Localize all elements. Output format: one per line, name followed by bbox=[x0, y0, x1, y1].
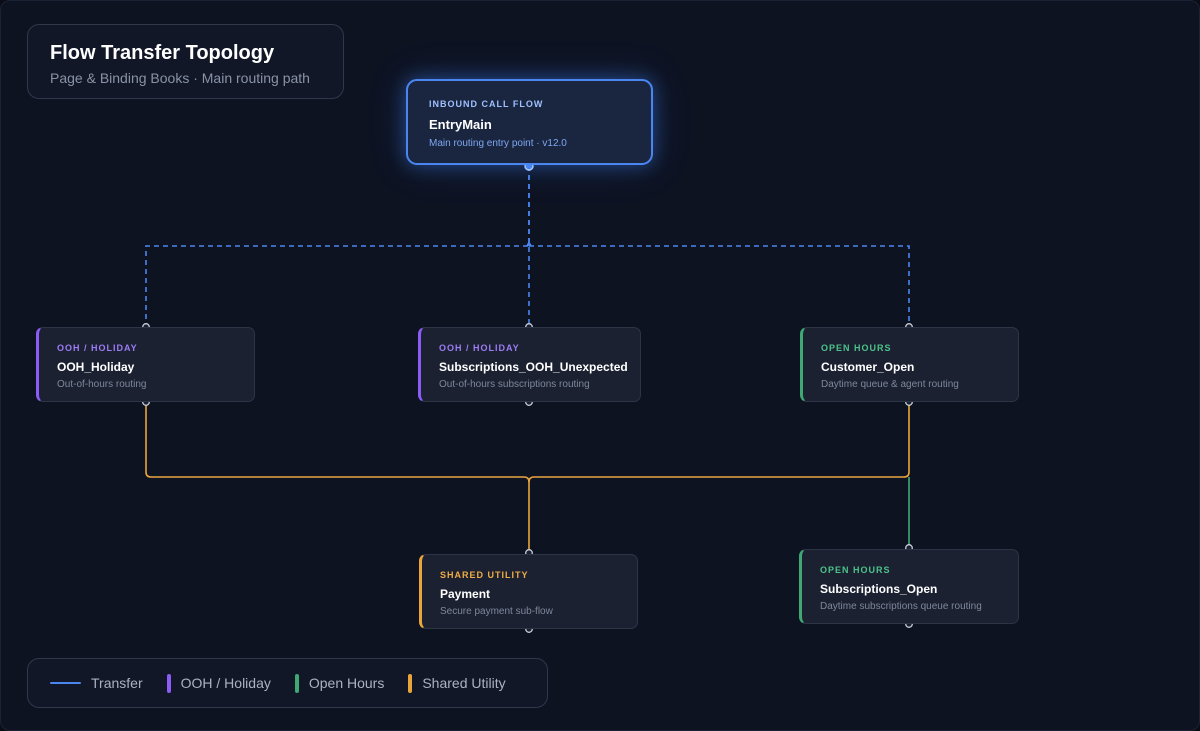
legend-label: Transfer bbox=[91, 675, 143, 691]
legend-swatch-shared-utility bbox=[408, 673, 413, 693]
node-category: OPEN HOURS bbox=[820, 565, 891, 575]
node-name: Subscriptions_OOH_Unexpected bbox=[439, 360, 628, 374]
node-description: Out-of-hours subscriptions routing bbox=[439, 379, 590, 390]
topology-canvas: Flow Transfer Topology Page & Binding Bo… bbox=[0, 0, 1200, 731]
legend-item-transfer: Transfer bbox=[50, 675, 143, 691]
node-description: Main routing entry point · v12.0 bbox=[429, 138, 567, 149]
node-entry-main[interactable]: INBOUND CALL FLOW EntryMain Main routing… bbox=[406, 79, 653, 165]
node-description: Daytime queue & agent routing bbox=[821, 379, 959, 390]
node-subscriptions-open[interactable]: OPEN HOURS Subscriptions_Open Daytime su… bbox=[799, 549, 1019, 624]
node-description: Secure payment sub-flow bbox=[440, 606, 553, 617]
legend-label: Shared Utility bbox=[422, 675, 506, 691]
edge-customer-open-to-payment bbox=[528, 402, 910, 483]
node-name: OOH_Holiday bbox=[57, 360, 135, 374]
node-category: OPEN HOURS bbox=[821, 343, 892, 353]
node-name: Payment bbox=[440, 587, 491, 601]
node-ooh-holiday[interactable]: OOH / HOLIDAY OOH_Holiday Out-of-hours r… bbox=[36, 327, 255, 402]
page-subtitle: Page & Binding Books · Main routing path bbox=[50, 70, 310, 86]
node-category: INBOUND CALL FLOW bbox=[429, 99, 544, 109]
node-category: SHARED UTILITY bbox=[440, 570, 529, 580]
node-customer-open[interactable]: OPEN HOURS Customer_Open Daytime queue &… bbox=[800, 327, 1019, 402]
node-subscriptions-ooh-unexpected[interactable]: OOH / HOLIDAY Subscriptions_OOH_Unexpect… bbox=[418, 327, 641, 402]
node-payment[interactable]: SHARED UTILITY Payment Secure payment su… bbox=[419, 554, 638, 629]
legend-swatch-ooh-holiday bbox=[166, 673, 171, 693]
edge-entry-to-customer-open bbox=[529, 245, 910, 327]
title-card: Flow Transfer Topology Page & Binding Bo… bbox=[27, 24, 344, 99]
node-name: Subscriptions_Open bbox=[820, 582, 938, 596]
node-description: Out-of-hours routing bbox=[57, 379, 147, 390]
node-name: EntryMain bbox=[429, 117, 492, 132]
legend-item-ooh-holiday: OOH / Holiday bbox=[166, 673, 271, 693]
node-name: Customer_Open bbox=[821, 360, 915, 374]
legend-item-open-hours: Open Hours bbox=[294, 673, 385, 693]
legend-label: OOH / Holiday bbox=[180, 675, 271, 691]
node-category: OOH / HOLIDAY bbox=[57, 343, 138, 353]
node-description: Daytime subscriptions queue routing bbox=[820, 601, 982, 612]
legend-swatch-transfer bbox=[50, 682, 81, 684]
node-category: OOH / HOLIDAY bbox=[439, 343, 520, 353]
page-title: Flow Transfer Topology bbox=[50, 42, 275, 64]
legend-item-shared-utility: Shared Utility bbox=[408, 673, 506, 693]
arrow-marker bbox=[526, 241, 532, 246]
edge-entry-to-ooh-holiday bbox=[145, 166, 530, 327]
legend-swatch-open-hours bbox=[294, 673, 299, 693]
edge-ooh-holiday-to-payment bbox=[145, 402, 530, 553]
legend: Transfer OOH / Holiday Open Hours Shared… bbox=[27, 658, 548, 708]
legend-label: Open Hours bbox=[308, 675, 385, 691]
